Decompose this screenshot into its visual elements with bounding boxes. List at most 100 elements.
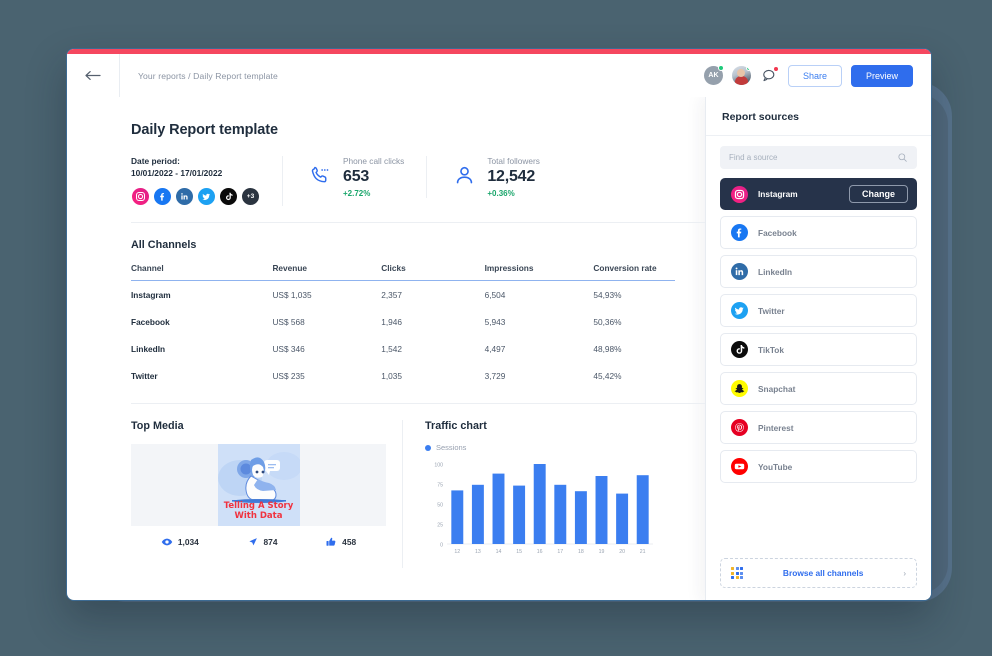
media-stat-shares: 874 [247,536,278,548]
cell-revenue: US$ 235 [272,371,305,381]
browse-all-channels-button[interactable]: Browse all channels › [720,558,917,588]
svg-text:20: 20 [619,549,625,555]
top-media-title: Top Media [131,420,184,432]
chat-bubble-icon[interactable] [760,66,779,85]
cell-impressions: 3,729 [484,371,506,381]
bar-chart-svg: 0 25 50 75 100 12 13 14 15 16 17 18 19 20 21 [434,463,653,555]
youtube-icon [731,458,748,475]
tiktok-icon[interactable] [219,187,238,206]
source-label: Twitter [758,305,785,316]
app-window: Your reports / Daily Report template AK … [66,48,932,601]
window-body: Daily Report template Date period: 10/01… [67,97,931,600]
avatar-photo[interactable] [731,66,751,85]
media-stat-views: 1,034 [161,536,199,548]
sidebar-footer: Browse all channels › [706,548,931,600]
svg-text:25: 25 [437,523,443,529]
svg-text:17: 17 [557,549,563,555]
column-header-channel: Channel [131,263,273,281]
cell-channel: Facebook [131,317,170,327]
table-row: Instagram US$ 1,035 2,357 6,504 54,93% [131,281,675,309]
thumbs-up-icon [326,537,336,546]
search-input[interactable] [729,153,897,162]
linkedin-icon[interactable] [175,187,194,206]
pinterest-icon [731,419,748,436]
source-label: YouTube [758,461,793,472]
source-item-youtube[interactable]: YouTube [720,450,917,483]
media-stat-value: 874 [263,537,278,547]
source-label: Snapchat [758,383,796,394]
svg-text:18: 18 [578,549,584,555]
svg-text:19: 19 [599,549,605,555]
kpi-label: Total followers [487,156,540,166]
svg-text:0: 0 [440,543,443,549]
column-header-conversion-rate: Conversion rate [593,263,675,281]
source-label: Pinterest [758,422,794,433]
back-button[interactable] [67,54,119,97]
svg-text:16: 16 [537,549,543,555]
channels-table: Channel Revenue Clicks Impressions Conve… [131,263,675,389]
grid-icon [731,567,743,579]
share-button[interactable]: Share [787,64,842,87]
metrics-strip: Date period: 10/01/2022 - 17/01/2022 +3 … [131,156,705,223]
source-label: LinkedIn [758,266,793,277]
header-actions: AK Share Preview [703,64,931,87]
kpi-phone-call-clicks: Phone call clicks 653 +2.72% [283,156,428,198]
kpi-delta: +2.72% [343,189,371,198]
table-header-row: Channel Revenue Clicks Impressions Conve… [131,263,675,281]
svg-text:12: 12 [454,549,460,555]
avatar-initials[interactable]: AK [703,65,724,85]
source-item-linkedin[interactable]: LinkedIn [720,255,917,288]
instagram-icon[interactable] [131,187,150,206]
source-item-snapchat[interactable]: Snapchat [720,372,917,405]
media-illustration: Telling A Story With Data [217,444,300,526]
column-header-clicks: Clicks [381,263,485,281]
search-icon [898,153,907,162]
twitter-icon[interactable] [197,187,216,206]
notification-dot [772,66,779,72]
media-stat-likes: 458 [325,536,356,548]
cell-clicks: 1,542 [381,344,402,354]
sidebar-title: Report sources [706,97,931,136]
media-stat-value: 458 [342,537,357,547]
change-source-button[interactable]: Change [848,185,908,203]
online-status-dot [717,65,724,71]
browse-all-label: Browse all channels [782,568,864,578]
source-item-facebook[interactable]: Facebook [720,216,917,249]
preview-button[interactable]: Preview [850,64,913,87]
cell-clicks: 1,035 [381,371,402,381]
kpi-label: Phone call clicks [343,156,405,166]
cell-conversion: 45,42% [593,371,622,381]
avatar-initials-text: AK [708,72,719,79]
user-icon [453,156,476,187]
legend-dot-sessions [425,444,431,451]
snapchat-icon [731,380,748,397]
source-item-instagram[interactable]: Instagram Change [720,178,917,210]
date-period-value: 10/01/2022 - 17/01/2022 [131,168,223,178]
source-item-twitter[interactable]: Twitter [720,294,917,327]
cell-impressions: 6,504 [484,290,506,300]
page-title: Daily Report template [131,122,278,138]
facebook-icon [731,224,748,241]
screen: Your reports / Daily Report template AK … [0,0,992,656]
svg-text:15: 15 [516,549,522,555]
twitter-icon [731,302,748,319]
breadcrumb[interactable]: Your reports / Daily Report template [120,71,704,81]
traffic-chart-title: Traffic chart [425,420,487,432]
facebook-icon[interactable] [153,187,172,206]
source-item-pinterest[interactable]: Pinterest [720,411,917,444]
cell-impressions: 4,497 [484,344,506,354]
bar-chart: 0 25 50 75 100 12 13 14 15 16 17 18 19 20 21 [425,458,675,568]
kpi-delta: +0.36% [487,189,515,198]
cell-conversion: 54,93% [593,290,622,300]
phone-call-icon [309,156,332,187]
svg-text:13: 13 [475,549,481,555]
instagram-icon [731,185,748,203]
source-search-box[interactable] [720,146,917,169]
cell-conversion: 48,98% [593,344,622,354]
source-item-tiktok[interactable]: TikTok [720,333,917,366]
table-row: Twitter US$ 235 1,035 3,729 45,42% [131,362,675,389]
kpi-total-followers: Total followers 12,542 +0.36% [427,156,562,198]
cell-clicks: 2,357 [381,290,402,300]
media-thumbnail-frame[interactable]: Telling A Story With Data [131,444,386,526]
more-channels-badge[interactable]: +3 [241,187,260,206]
